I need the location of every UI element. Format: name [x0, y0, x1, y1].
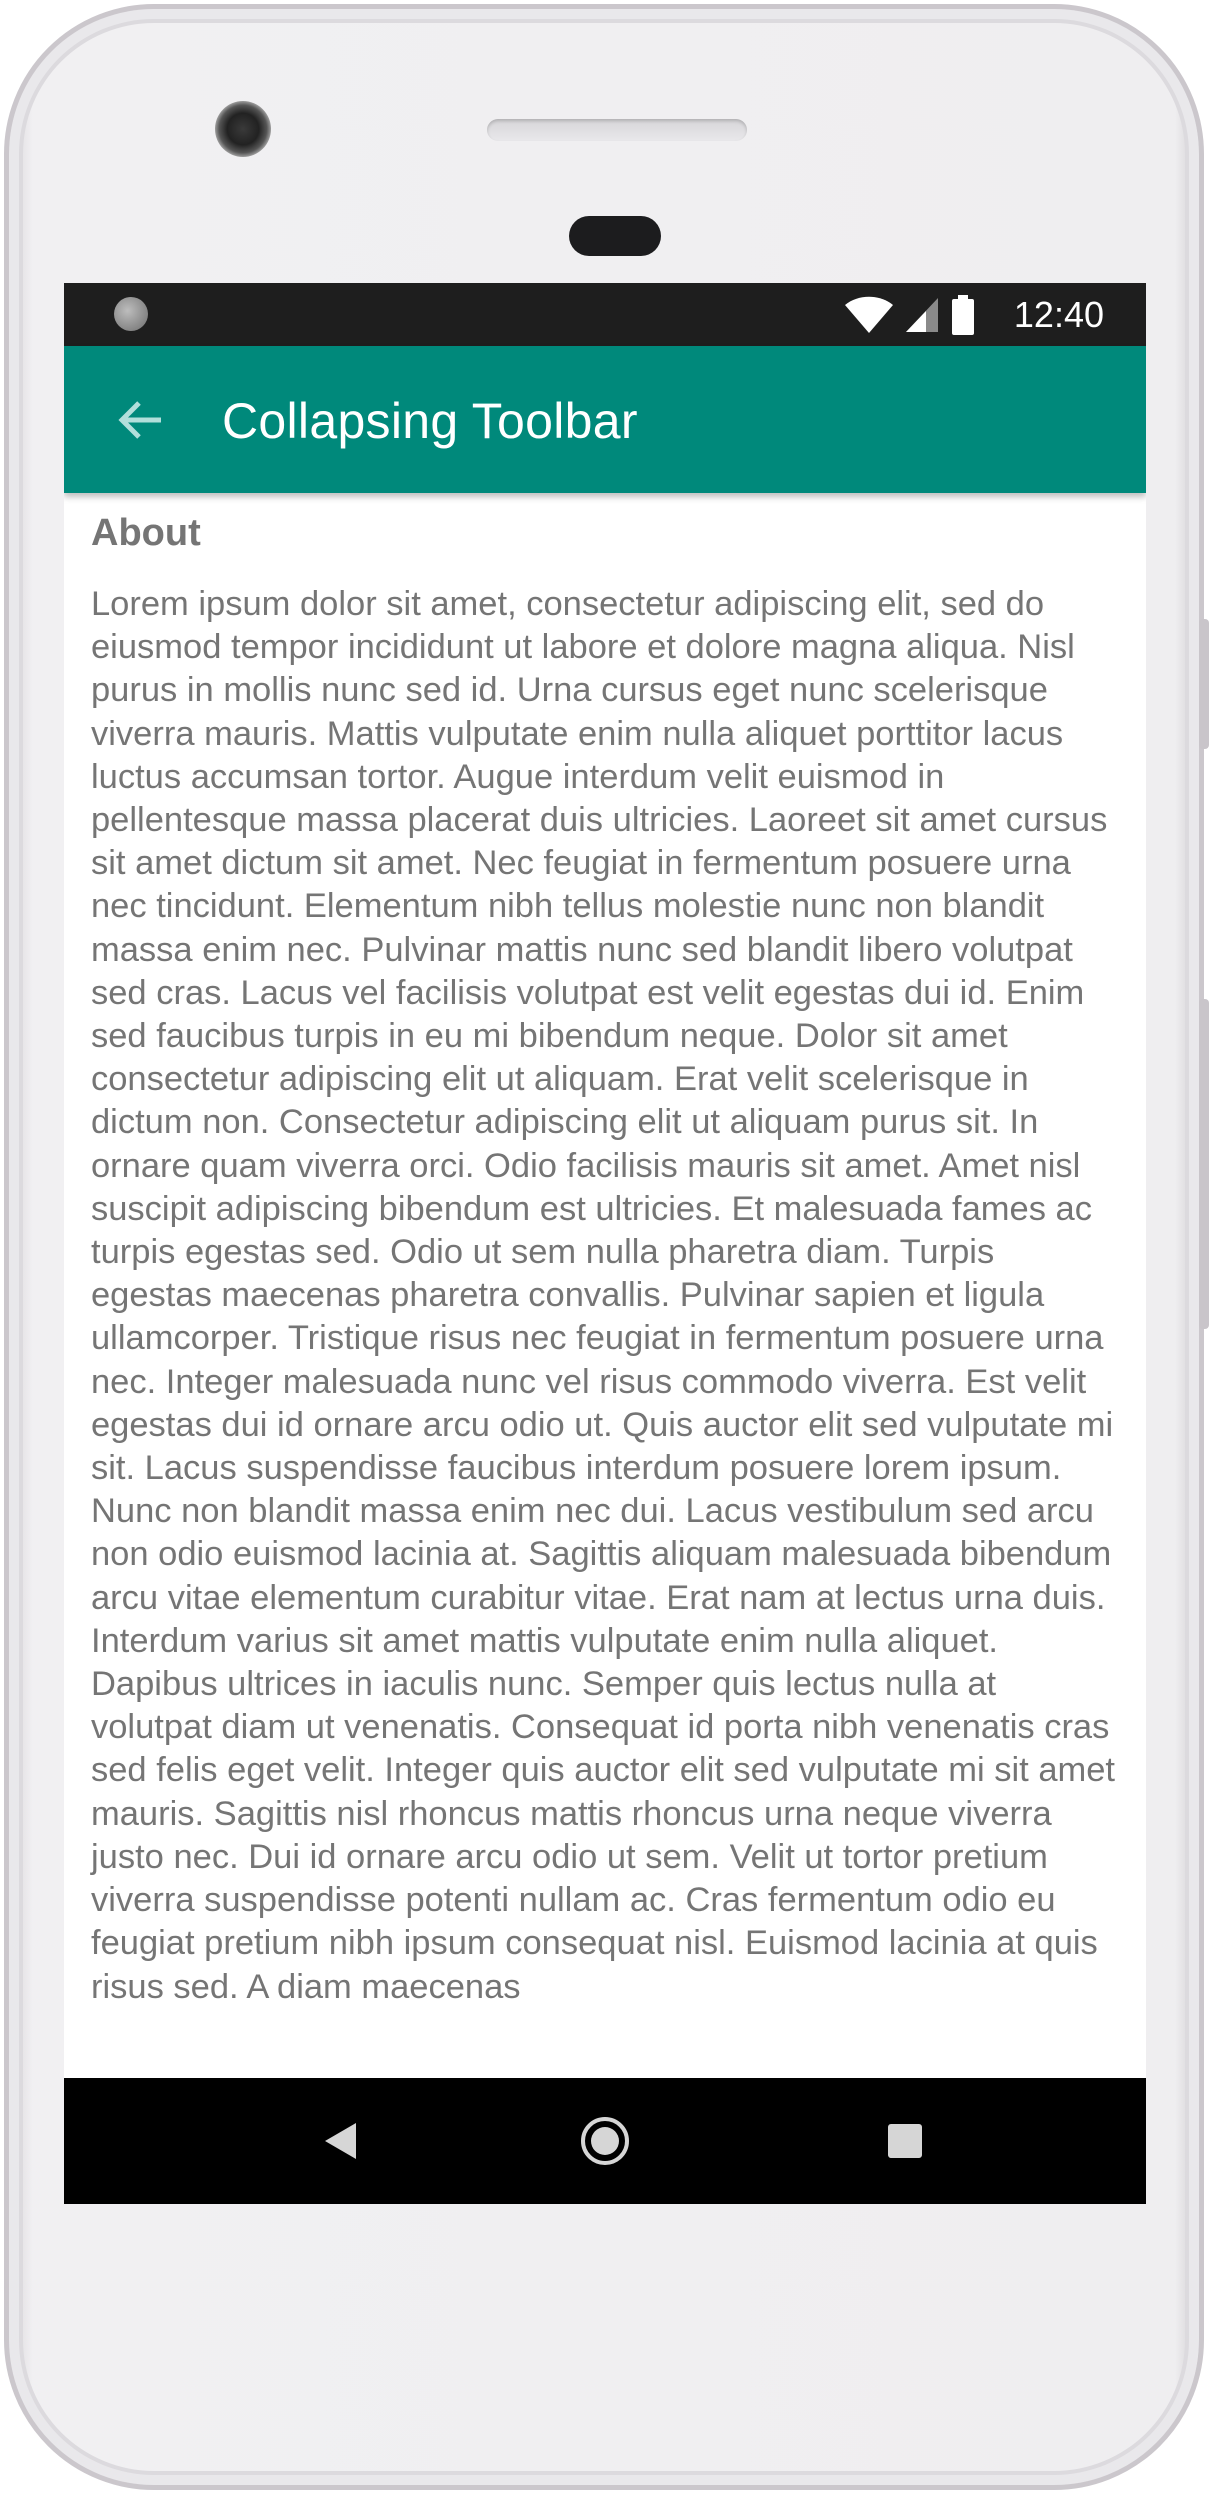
nav-back-button[interactable]: [310, 2111, 370, 2171]
notification-dot-icon: [114, 297, 148, 331]
arrow-back-icon: [118, 401, 161, 439]
back-button[interactable]: [108, 388, 172, 452]
app-bar: Collapsing Toolbar: [64, 346, 1146, 493]
nav-recents-button[interactable]: [875, 2111, 935, 2171]
toolbar-title: Collapsing Toolbar: [222, 393, 638, 449]
nav-recents-icon: [888, 2124, 922, 2158]
about-body-text: Lorem ipsum dolor sit amet, consectetur …: [91, 585, 1116, 2006]
status-icons: [844, 295, 976, 335]
front-camera: [215, 101, 271, 157]
system-nav-bar: [64, 2078, 1146, 2204]
nav-home-icon: [581, 2117, 629, 2165]
speaker-grille: [487, 119, 747, 141]
earpiece: [569, 216, 661, 256]
status-clock: 12:40: [1013, 294, 1104, 335]
nav-back-icon: [325, 2123, 356, 2159]
device-screen: 12:40 Collapsing Toolbar About Lorem ips…: [64, 283, 1146, 2204]
status-bar: 12:40: [64, 283, 1146, 346]
nav-home-button[interactable]: [575, 2111, 635, 2171]
volume-button: [1199, 999, 1209, 1329]
scroll-content[interactable]: About Lorem ipsum dolor sit amet, consec…: [64, 493, 1146, 2078]
wifi-icon: [845, 296, 893, 333]
power-button: [1199, 619, 1209, 749]
section-heading: About: [91, 512, 201, 554]
cell-signal-icon: [906, 298, 938, 332]
battery-icon: [952, 295, 974, 335]
